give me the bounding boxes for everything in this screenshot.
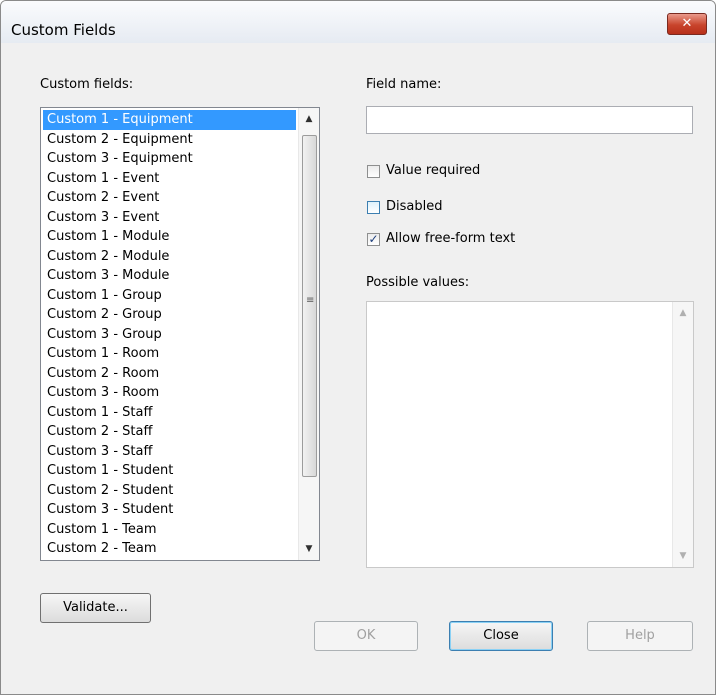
checkmark-icon: ✓ [368,232,379,246]
custom-fields-scrollbar[interactable]: ▲ ≡ ▼ [298,108,319,560]
custom-fields-label: Custom fields: [40,77,134,92]
list-item[interactable]: Custom 1 - Group [43,286,296,306]
list-item[interactable]: Custom 1 - Team [43,520,296,540]
value-required-label[interactable]: Value required [386,163,480,178]
possible-values-box[interactable]: ▲ ▼ [366,301,694,568]
list-item[interactable]: Custom 1 - Student [43,461,296,481]
window-title: Custom Fields [11,21,116,39]
dialog-body: Custom fields: Custom 1 - Equipment Custo… [1,43,715,694]
list-item[interactable]: Custom 3 - Event [43,208,296,228]
scroll-thumb[interactable]: ≡ [302,135,317,477]
list-item[interactable]: Custom 2 - Staff [43,422,296,442]
validate-button[interactable]: Validate... [40,593,151,623]
custom-fields-listbox[interactable]: Custom 1 - Equipment Custom 2 - Equipment… [40,107,320,561]
list-item[interactable]: Custom 3 - Group [43,325,296,345]
window-close-button[interactable]: ✕ [667,13,707,35]
list-item[interactable]: Custom 3 - Room [43,383,296,403]
possible-values-scrollbar[interactable]: ▲ ▼ [672,302,693,567]
list-item[interactable]: Custom 3 - Equipment [43,149,296,169]
list-item[interactable]: Custom 1 - Room [43,344,296,364]
scroll-grip-icon: ≡ [306,295,315,306]
list-item[interactable]: Custom 2 - Student [43,481,296,501]
disabled-checkbox[interactable] [367,201,380,214]
custom-fields-items: Custom 1 - Equipment Custom 2 - Equipment… [43,110,296,559]
disabled-label[interactable]: Disabled [386,199,442,214]
scroll-up-icon[interactable]: ▲ [299,110,319,128]
field-name-label: Field name: [366,77,442,92]
allow-free-form-checkbox[interactable]: ✓ [367,233,380,246]
help-button[interactable]: Help [587,621,693,651]
possible-values-label: Possible values: [366,275,470,290]
close-icon: ✕ [681,16,693,31]
values-scroll-up-icon[interactable]: ▲ [673,304,693,322]
custom-fields-dialog: Custom Fields ✕ Custom fields: Custom 1 … [0,0,716,695]
list-item[interactable]: Custom 2 - Equipment [43,130,296,150]
close-button[interactable]: Close [449,621,553,651]
values-scroll-down-icon[interactable]: ▼ [673,547,693,565]
list-item[interactable]: Custom 2 - Room [43,364,296,384]
list-item[interactable]: Custom 2 - Group [43,305,296,325]
list-item[interactable]: Custom 2 - Team [43,539,296,559]
list-item[interactable]: Custom 3 - Student [43,500,296,520]
list-item[interactable]: Custom 2 - Event [43,188,296,208]
scroll-down-icon[interactable]: ▼ [299,540,319,558]
list-item[interactable]: Custom 3 - Module [43,266,296,286]
field-name-input[interactable] [366,106,693,134]
list-item[interactable]: Custom 2 - Module [43,247,296,267]
allow-free-form-label[interactable]: Allow free-form text [386,231,515,246]
title-bar[interactable]: Custom Fields ✕ [1,1,715,43]
list-item[interactable]: Custom 1 - Event [43,169,296,189]
value-required-checkbox[interactable] [367,165,380,178]
list-item[interactable]: Custom 1 - Staff [43,403,296,423]
ok-button[interactable]: OK [314,621,418,651]
list-item[interactable]: Custom 1 - Module [43,227,296,247]
list-item[interactable]: Custom 1 - Equipment [43,110,296,130]
list-item[interactable]: Custom 3 - Staff [43,442,296,462]
